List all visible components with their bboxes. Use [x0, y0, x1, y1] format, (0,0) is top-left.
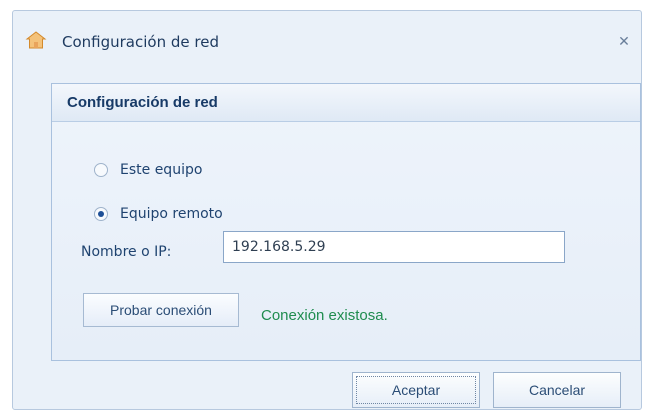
option-remote-machine[interactable]: Equipo remoto: [94, 206, 223, 222]
close-icon[interactable]: ✕: [615, 33, 633, 51]
radio-remote-machine[interactable]: [94, 207, 108, 221]
radio-local-machine[interactable]: [94, 163, 108, 177]
title-bar: Configuración de red ✕: [13, 11, 641, 73]
group-title: Configuración de red: [52, 84, 640, 122]
option-local-machine-label: Este equipo: [120, 162, 203, 178]
accept-button[interactable]: Aceptar: [352, 372, 480, 408]
connection-status-text: Conexión existosa.: [261, 307, 388, 324]
test-connection-button[interactable]: Probar conexión: [83, 293, 239, 327]
house-icon: [25, 31, 47, 49]
ip-field-label: Nombre o IP:: [81, 244, 172, 260]
network-config-dialog: Configuración de red ✕ Configuración de …: [12, 10, 642, 410]
option-remote-machine-label: Equipo remoto: [120, 206, 223, 222]
dialog-title: Configuración de red: [62, 33, 219, 51]
ip-address-input[interactable]: [223, 231, 565, 263]
option-local-machine[interactable]: Este equipo: [94, 162, 202, 178]
cancel-button[interactable]: Cancelar: [493, 372, 621, 408]
